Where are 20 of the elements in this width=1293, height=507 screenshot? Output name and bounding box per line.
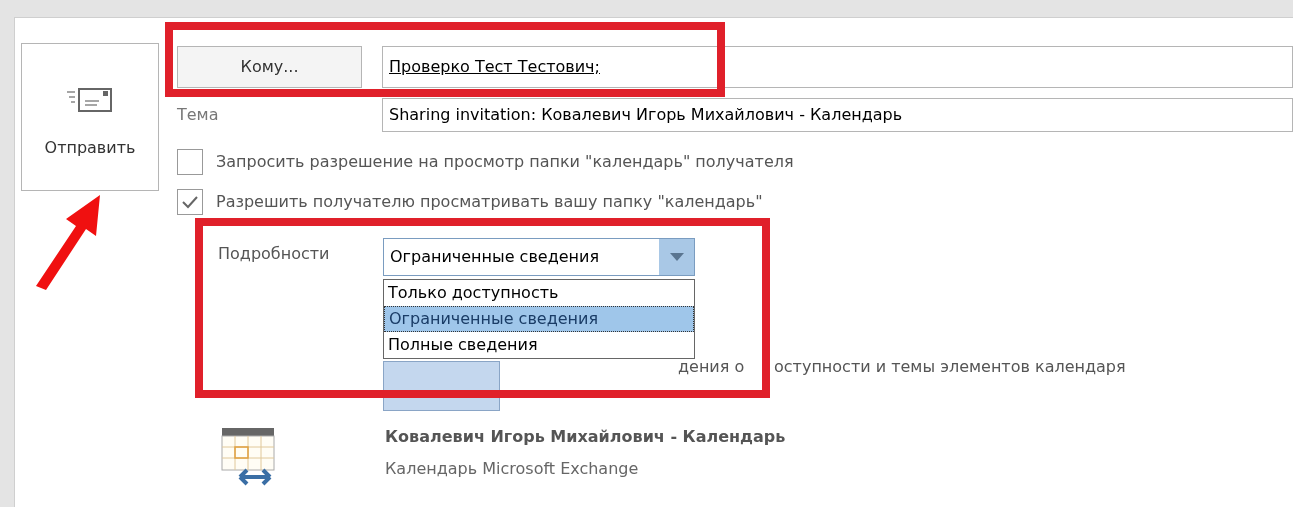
details-select[interactable]: Ограниченные сведения	[383, 238, 695, 276]
subject-field[interactable]: Sharing invitation: Ковалевич Игорь Михайлович - Календарь	[382, 98, 1293, 132]
dropdown-option[interactable]: Ограниченные сведения	[384, 306, 694, 332]
checkbox-label: Запросить разрешение на просмотр папки "календарь" получателя	[216, 151, 794, 173]
dropdown-caret-icon	[669, 253, 684, 261]
to-field[interactable]: Проверко Тест Тестович;	[382, 46, 1293, 88]
checkmark-icon	[181, 195, 199, 209]
checkbox[interactable]	[177, 189, 203, 215]
dropdown-option[interactable]: Полные сведения	[384, 332, 694, 358]
partial-description: дения о	[678, 356, 746, 378]
checkbox-label: Разрешить получателю просматривать вашу папку "календарь"	[216, 191, 763, 213]
partial-description: оступности и темы элементов календаря	[774, 356, 1126, 378]
dropdown-option[interactable]: Только доступность	[384, 280, 694, 306]
checkbox[interactable]	[177, 149, 203, 175]
subject-label: Тема	[177, 104, 220, 126]
details-label: Подробности	[218, 243, 331, 265]
send-button[interactable]: Отправить	[21, 43, 159, 191]
calendar-subtitle: Календарь Microsoft Exchange	[385, 458, 640, 480]
calendar-title: Ковалевич Игорь Михайлович - Календарь	[385, 426, 786, 448]
to-button[interactable]: Кому...	[177, 46, 362, 88]
